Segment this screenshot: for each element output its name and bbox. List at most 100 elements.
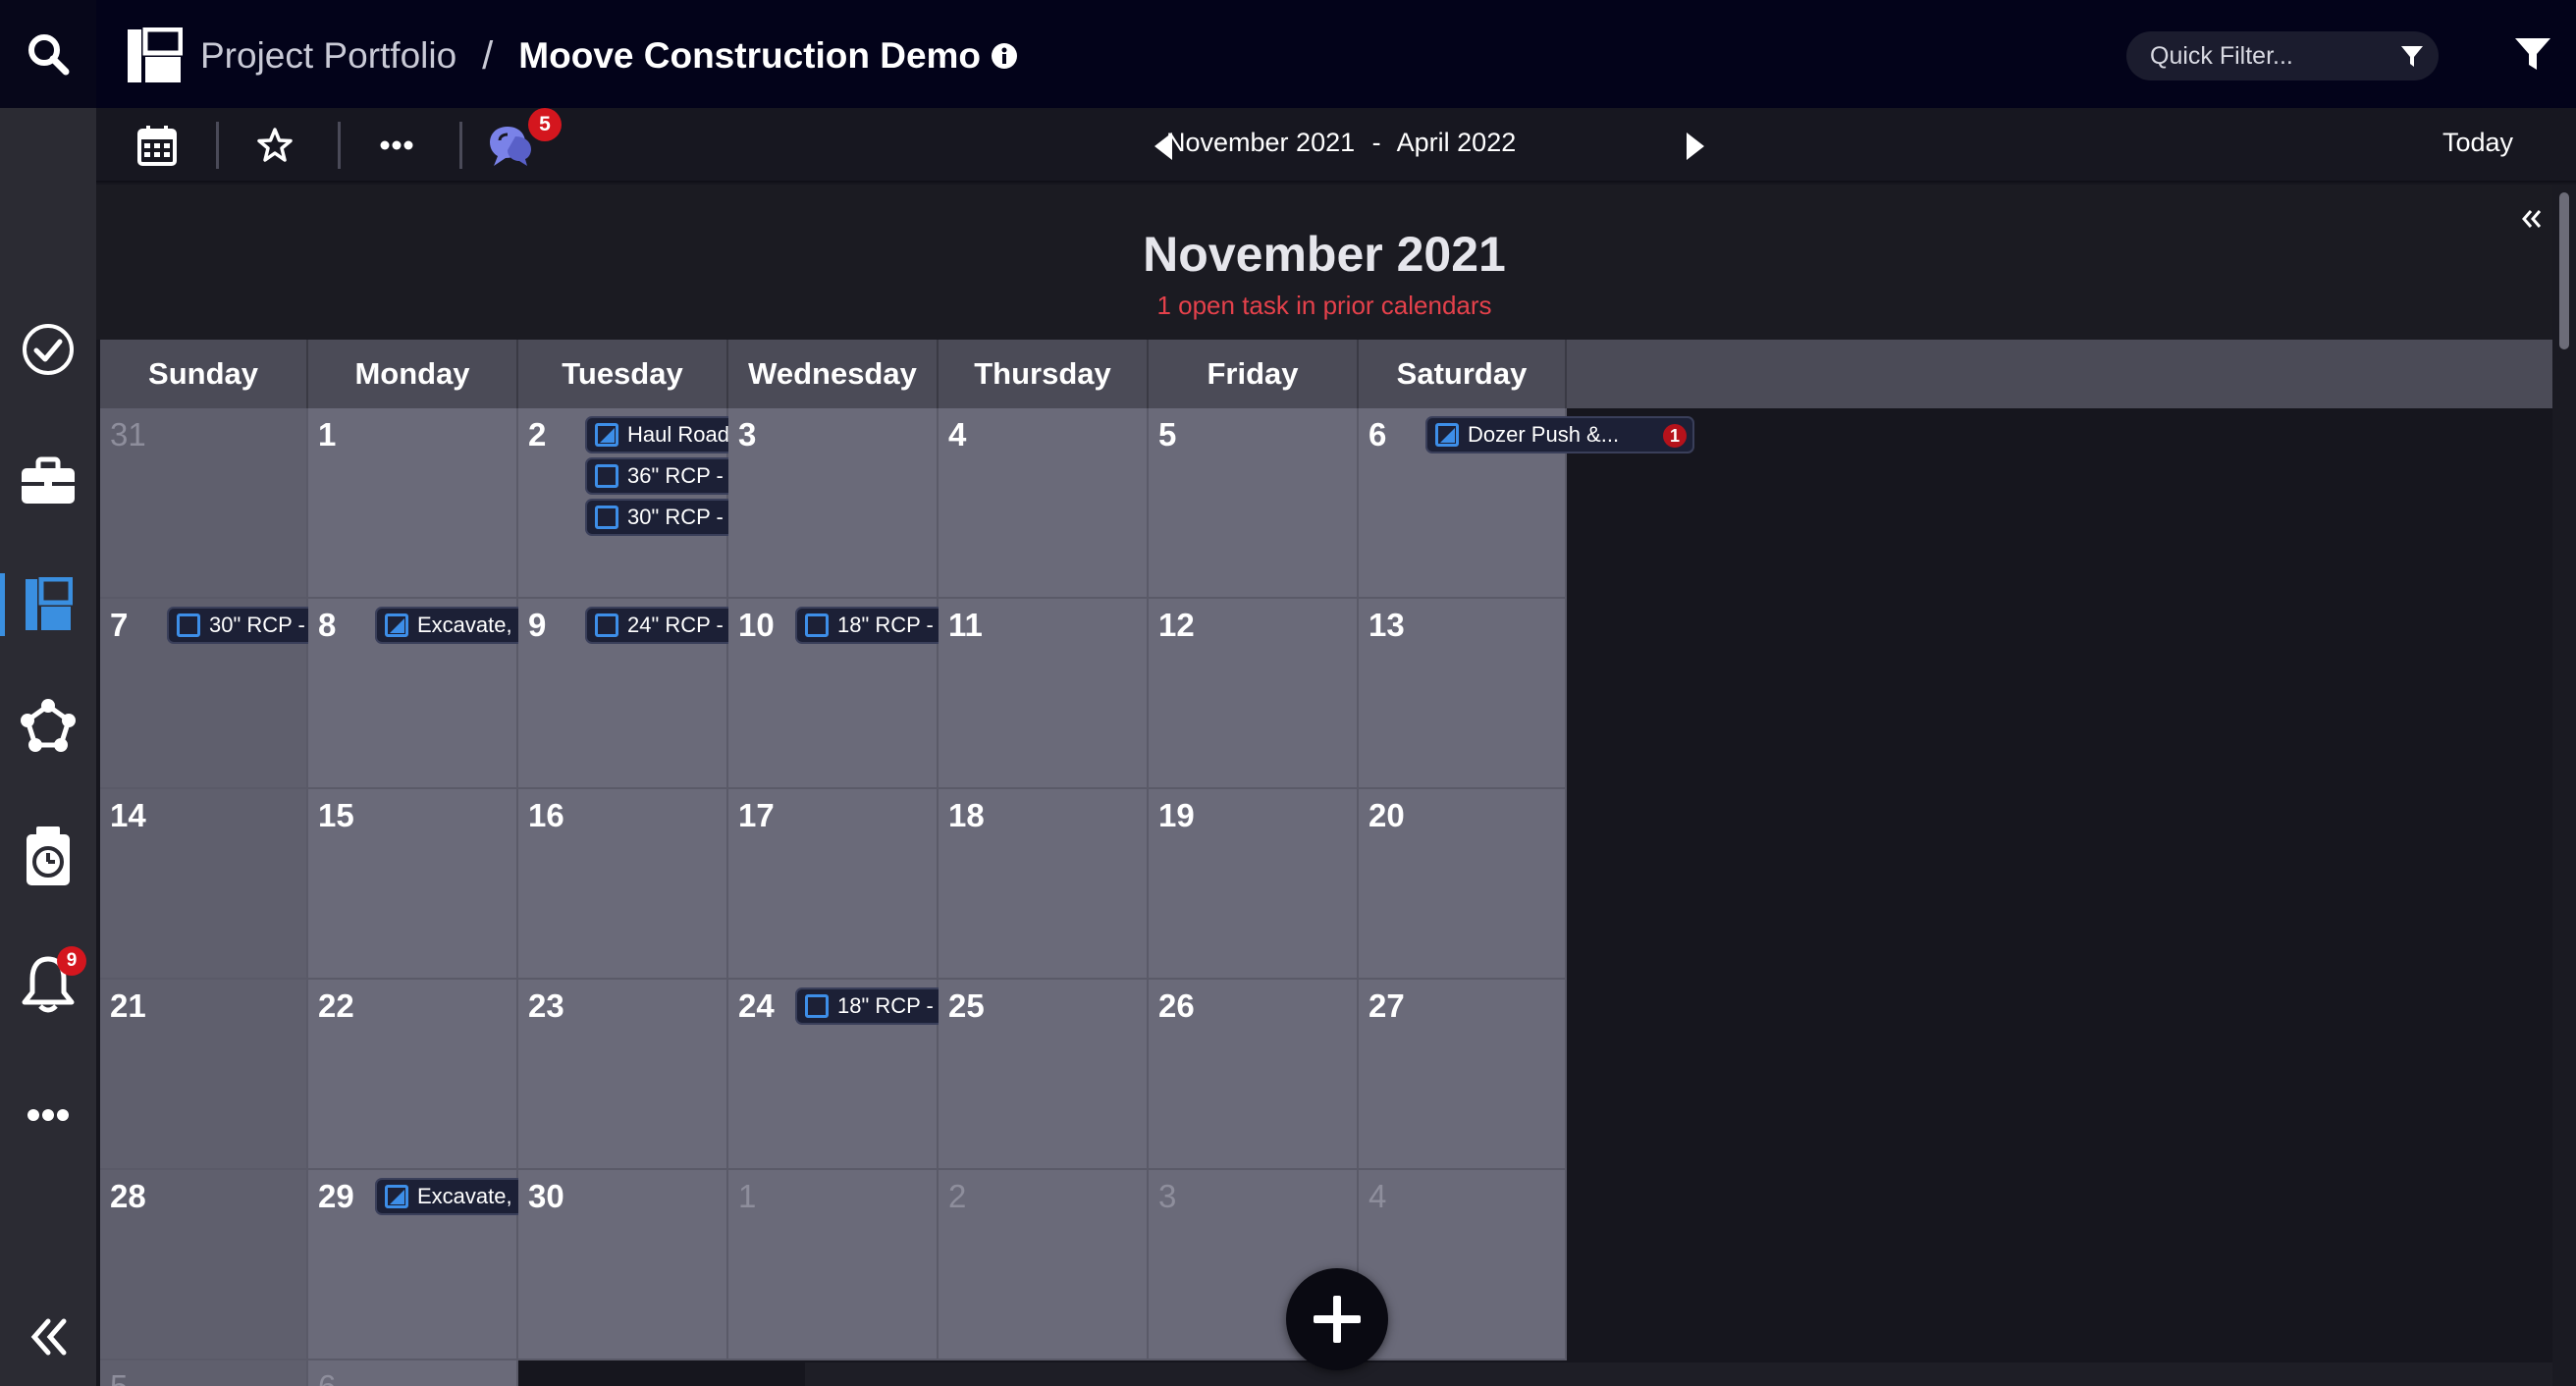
day-cell[interactable]: 29Excavate, Load,...4	[308, 1170, 644, 1360]
day-cell[interactable]: 30	[518, 1170, 728, 1360]
task-progress-checkbox[interactable]	[1435, 423, 1459, 447]
more-options-button[interactable]	[365, 120, 428, 171]
vertical-scrollbar[interactable]	[2552, 185, 2576, 1386]
task-checkbox[interactable]	[595, 506, 618, 529]
day-cell[interactable]: 13	[1359, 599, 1567, 789]
week-row: 14 15 16 17 18 19 20	[100, 789, 2552, 980]
prior-open-tasks-link[interactable]: 1 open task in prior calendars	[96, 291, 2552, 321]
weekday-header: Saturday	[1359, 340, 1567, 408]
day-cell[interactable]: 2418" RCP - Long...3	[728, 980, 1064, 1170]
day-cell[interactable]: 16	[518, 789, 728, 980]
day-number: 23	[528, 987, 564, 1024]
day-cell[interactable]: 4	[939, 408, 1149, 599]
task-checkbox[interactable]	[595, 613, 618, 637]
day-cell[interactable]: 1	[308, 408, 518, 599]
week-row: 21 22 23 2418" RCP - Long...325 26 27	[100, 980, 2552, 1170]
day-cell[interactable]: 28	[100, 1170, 308, 1360]
date-range-label[interactable]: November 2021 - April 2022	[1166, 128, 1516, 158]
toolbar-divider	[459, 122, 462, 169]
day-cell[interactable]: 26	[1149, 980, 1359, 1170]
horizontal-scrollbar[interactable]	[805, 1362, 2552, 1386]
day-cell[interactable]: 19	[1149, 789, 1359, 980]
network-icon	[21, 699, 76, 752]
day-cell[interactable]: 6	[308, 1360, 518, 1386]
rail-network-button[interactable]	[0, 687, 96, 766]
task-progress-checkbox[interactable]	[385, 1185, 408, 1208]
today-button[interactable]: Today	[2442, 128, 2513, 158]
day-cell[interactable]: 11	[939, 599, 1149, 789]
task-chip[interactable]: Dozer Push &... 1	[1425, 416, 1694, 453]
quick-filter-input[interactable]: Quick Filter...	[2126, 31, 2439, 80]
task-progress-checkbox[interactable]	[595, 423, 618, 447]
weekday-header: Sunday	[100, 340, 308, 408]
day-number: 12	[1158, 607, 1195, 643]
day-cell[interactable]: 21	[100, 980, 308, 1170]
day-number: 28	[110, 1178, 146, 1214]
weekday-header-row: Sunday Monday Tuesday Wednesday Thursday Frid…	[100, 340, 2552, 408]
rail-more-button[interactable]	[0, 1076, 96, 1154]
collapse-panel-icon[interactable]	[2521, 208, 2543, 230]
scrollbar-thumb[interactable]	[2559, 192, 2569, 349]
day-cell[interactable]: 2Haul Road Maint.36" RCP - Short...130" …	[518, 408, 854, 599]
rail-board-button[interactable]	[0, 565, 96, 644]
favorite-button[interactable]	[243, 120, 306, 171]
day-number: 4	[1368, 1178, 1387, 1214]
day-number: 31	[110, 416, 146, 453]
calendar-view-button[interactable]	[126, 120, 188, 171]
day-cell[interactable]: 1	[728, 1170, 939, 1360]
day-cell[interactable]: 3	[728, 408, 939, 599]
day-cell[interactable]: 730" RCP - Long...5	[100, 599, 436, 789]
day-cell[interactable]: 18	[939, 789, 1149, 980]
day-cell[interactable]: 4	[1359, 1170, 1567, 1360]
portfolio-logo-icon	[128, 27, 183, 82]
day-number: 6	[318, 1368, 336, 1386]
day-cell[interactable]: 6 Dozer Push &... 1	[1359, 408, 1694, 599]
next-period-arrow[interactable]	[1685, 132, 1706, 161]
day-number: 15	[318, 797, 354, 833]
project-title: Moove Construction Demo	[518, 35, 982, 76]
day-number: 1	[738, 1178, 757, 1214]
add-task-button[interactable]	[1286, 1268, 1388, 1370]
day-cell[interactable]: 27	[1359, 980, 1567, 1170]
day-cell[interactable]: 22	[308, 980, 518, 1170]
day-cell[interactable]: 15	[308, 789, 518, 980]
toolbar-divider	[216, 122, 219, 169]
task-count-badge: 1	[1663, 424, 1687, 448]
task-checkbox[interactable]	[595, 464, 618, 488]
rail-portfolio-button[interactable]	[0, 442, 96, 520]
weekday-header: Monday	[308, 340, 518, 408]
day-cell[interactable]: 14	[100, 789, 308, 980]
day-cell[interactable]: 2	[939, 1170, 1149, 1360]
month-title: November 2021	[1143, 227, 1506, 282]
task-checkbox[interactable]	[805, 613, 829, 637]
info-icon[interactable]	[991, 42, 1018, 70]
day-cell[interactable]: 20	[1359, 789, 1567, 980]
search-button[interactable]	[0, 0, 96, 108]
task-checkbox[interactable]	[177, 613, 200, 637]
rail-notifications-button[interactable]: 9	[0, 944, 96, 1023]
left-rail: 9	[0, 0, 96, 1386]
day-cell[interactable]: 5	[1149, 408, 1359, 599]
breadcrumb-portfolio-link[interactable]: Project Portfolio	[200, 35, 456, 77]
day-cell[interactable]: 17	[728, 789, 939, 980]
day-cell[interactable]: 8Excavate, Load,...10	[308, 599, 644, 789]
day-cell[interactable]: 31	[100, 408, 308, 599]
conversations-badge: 5	[528, 108, 562, 141]
day-cell[interactable]: 5	[100, 1360, 308, 1386]
rail-tasks-button[interactable]	[0, 310, 96, 389]
timesheet-icon	[27, 826, 70, 885]
rail-timesheet-button[interactable]	[0, 817, 96, 895]
collapse-rail-button[interactable]	[0, 1298, 96, 1376]
day-cell[interactable]: 23	[518, 980, 728, 1170]
day-cell[interactable]: 25	[939, 980, 1149, 1170]
day-number: 5	[1158, 416, 1177, 453]
task-progress-checkbox[interactable]	[385, 613, 408, 637]
day-cell[interactable]: 1018" RCP - Short...11	[728, 599, 1064, 789]
plus-icon	[1314, 1296, 1361, 1343]
calendar-weeks: 3112Haul Road Maint.36" RCP - Short...13…	[100, 408, 2552, 1386]
task-checkbox[interactable]	[805, 994, 829, 1018]
day-cell[interactable]: 924" RCP - Short...11	[518, 599, 854, 789]
day-cell[interactable]: 12	[1149, 599, 1359, 789]
filter-button[interactable]	[2490, 0, 2576, 108]
day-number: 27	[1368, 987, 1405, 1024]
